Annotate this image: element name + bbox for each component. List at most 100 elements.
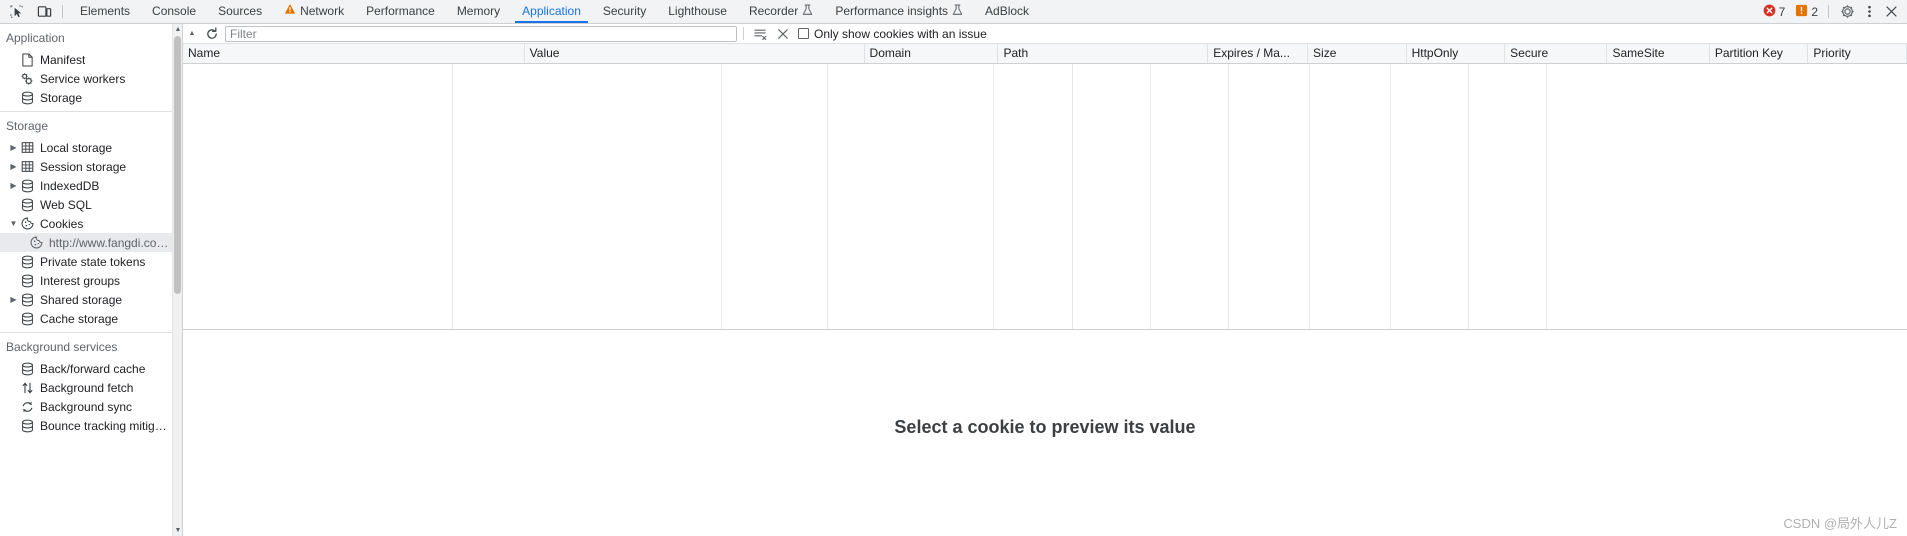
cookies-panel: ▲ Filter Only show cookies with an issue… bbox=[183, 24, 1907, 536]
grid-column bbox=[994, 64, 1073, 329]
clear-all-cookies-icon[interactable] bbox=[750, 25, 770, 43]
toolbar-divider bbox=[62, 5, 63, 18]
chevron-right-icon[interactable]: ▶ bbox=[8, 181, 19, 190]
column-header-partition-key[interactable]: Partition Key bbox=[1709, 44, 1809, 64]
sidebar-item-storage[interactable]: ▶ Storage bbox=[0, 88, 172, 107]
header-row: Name Value Domain Path Expires / Ma... S… bbox=[183, 44, 1907, 64]
tab-adblock[interactable]: AdBlock bbox=[974, 0, 1040, 23]
sidebar-item-label: http://www.fangdi.com.cn bbox=[49, 235, 172, 250]
tab-application[interactable]: Application bbox=[511, 0, 592, 23]
cookies-table: Name Value Domain Path Expires / Ma... S… bbox=[183, 44, 1907, 64]
more-options-icon[interactable] bbox=[1859, 2, 1879, 22]
sidebar-section-title-application: Application bbox=[6, 31, 65, 45]
application-sidebar: Application ▶ Manifest ▶ bbox=[0, 24, 183, 536]
grid-column bbox=[1229, 64, 1310, 329]
clear-filtered-cookies-icon[interactable] bbox=[773, 25, 793, 43]
refresh-icon[interactable] bbox=[202, 25, 222, 43]
tab-lighthouse[interactable]: Lighthouse bbox=[657, 0, 738, 23]
sidebar-item-interest-groups[interactable]: ▶ Interest groups bbox=[0, 271, 172, 290]
tab-label: Network bbox=[300, 4, 345, 18]
warning-triangle-icon bbox=[284, 0, 296, 23]
sidebar-item-label: Storage bbox=[40, 90, 83, 105]
grid-column bbox=[183, 64, 453, 329]
database-icon bbox=[19, 198, 35, 212]
sidebar-item-label: Back/forward cache bbox=[40, 361, 146, 376]
inspect-element-icon[interactable] bbox=[6, 2, 26, 22]
collapse-sidebar-icon[interactable]: ▲ bbox=[185, 25, 199, 43]
column-header-path[interactable]: Path bbox=[997, 44, 1209, 64]
sidebar-item-label: Bounce tracking mitigations bbox=[40, 418, 172, 433]
sidebar-scrollbar[interactable]: ▲ ▼ bbox=[172, 24, 182, 536]
sidebar-item-shared-storage[interactable]: ▶ Shared storage bbox=[0, 290, 172, 309]
tab-label: Console bbox=[152, 4, 197, 18]
error-count: 7 bbox=[1778, 4, 1786, 19]
toolbar-divider bbox=[743, 27, 744, 40]
column-header-domain[interactable]: Domain bbox=[864, 44, 999, 64]
cookie-icon bbox=[19, 217, 35, 230]
column-header-httponly[interactable]: HttpOnly bbox=[1406, 44, 1506, 64]
cookies-table-container: Name Value Domain Path Expires / Ma... S… bbox=[183, 44, 1907, 330]
tab-performance-insights[interactable]: Performance insights bbox=[824, 0, 974, 23]
tab-label: Sources bbox=[218, 4, 263, 18]
column-header-name[interactable]: Name bbox=[183, 44, 525, 64]
sidebar-item-session-storage[interactable]: ▶ Session storage bbox=[0, 157, 172, 176]
chevron-down-icon[interactable]: ▼ bbox=[8, 219, 19, 228]
grid-column bbox=[1310, 64, 1391, 329]
sidebar-item-cache-storage[interactable]: ▶ Cache storage bbox=[0, 309, 172, 328]
gear-icon[interactable] bbox=[1837, 2, 1857, 22]
sidebar-item-back-forward-cache[interactable]: ▶ Back/forward cache bbox=[0, 359, 172, 378]
toolbar-divider-right bbox=[1828, 5, 1829, 18]
grid-column bbox=[1073, 64, 1151, 329]
gears-icon bbox=[19, 72, 35, 86]
sidebar-item-web-sql[interactable]: ▶ Web SQL bbox=[0, 195, 172, 214]
sidebar-item-local-storage[interactable]: ▶ Local storage bbox=[0, 138, 172, 157]
sidebar-item-background-fetch[interactable]: ▶ Background fetch bbox=[0, 378, 172, 397]
devtools-body: Application ▶ Manifest ▶ bbox=[0, 24, 1907, 536]
database-icon bbox=[19, 362, 35, 376]
database-icon bbox=[19, 255, 35, 269]
column-header-secure[interactable]: Secure bbox=[1504, 44, 1608, 64]
column-header-expires[interactable]: Expires / Ma... bbox=[1207, 44, 1309, 64]
sidebar-item-label: Background fetch bbox=[40, 380, 134, 395]
tab-console[interactable]: Console bbox=[141, 0, 207, 23]
warning-counter[interactable]: 2 bbox=[1791, 4, 1822, 20]
tab-recorder[interactable]: Recorder bbox=[738, 0, 824, 23]
only-show-issues-checkbox[interactable]: Only show cookies with an issue bbox=[798, 27, 987, 41]
tab-sources[interactable]: Sources bbox=[207, 0, 273, 23]
database-icon bbox=[19, 274, 35, 288]
sidebar-item-bounce-tracking-mitigations[interactable]: ▶ Bounce tracking mitigations bbox=[0, 416, 172, 435]
scroll-up-arrow-icon[interactable]: ▲ bbox=[173, 24, 182, 35]
sidebar-item-cookies[interactable]: ▼ Cookies bbox=[0, 214, 172, 233]
chevron-right-icon[interactable]: ▶ bbox=[8, 295, 19, 304]
sidebar-item-manifest[interactable]: ▶ Manifest bbox=[0, 50, 172, 69]
error-counter[interactable]: 7 bbox=[1759, 4, 1790, 20]
checkbox-box[interactable] bbox=[798, 28, 809, 39]
sidebar-item-service-workers[interactable]: ▶ Service workers bbox=[0, 69, 172, 88]
preview-empty-message: Select a cookie to preview its value bbox=[894, 416, 1196, 437]
column-header-value[interactable]: Value bbox=[524, 44, 865, 64]
tab-network[interactable]: Network bbox=[273, 0, 355, 23]
tab-elements[interactable]: Elements bbox=[69, 0, 141, 23]
column-header-samesite[interactable]: SameSite bbox=[1606, 44, 1710, 64]
sidebar-item-indexeddb[interactable]: ▶ IndexedDB bbox=[0, 176, 172, 195]
chevron-right-icon[interactable]: ▶ bbox=[8, 143, 19, 152]
filter-input[interactable] bbox=[225, 25, 737, 42]
tab-security[interactable]: Security bbox=[592, 0, 657, 23]
close-icon[interactable] bbox=[1881, 2, 1901, 22]
warning-square-icon bbox=[1795, 4, 1808, 20]
sidebar-item-background-sync[interactable]: ▶ Background sync bbox=[0, 397, 172, 416]
sidebar-item-label: Manifest bbox=[40, 52, 86, 67]
device-toolbar-icon[interactable] bbox=[34, 2, 54, 22]
sidebar-item-private-state-tokens[interactable]: ▶ Private state tokens bbox=[0, 252, 172, 271]
sidebar-item-cookie-origin[interactable]: http://www.fangdi.com.cn bbox=[0, 233, 172, 252]
sidebar-item-label: Background sync bbox=[40, 399, 133, 414]
sidebar-scrollbar-thumb[interactable] bbox=[174, 36, 181, 294]
column-header-priority[interactable]: Priority bbox=[1807, 44, 1907, 64]
scroll-down-arrow-icon[interactable]: ▼ bbox=[173, 525, 182, 536]
tab-label: Performance bbox=[366, 4, 435, 18]
chevron-right-icon[interactable]: ▶ bbox=[8, 162, 19, 171]
database-icon bbox=[19, 179, 35, 193]
tab-memory[interactable]: Memory bbox=[446, 0, 511, 23]
column-header-size[interactable]: Size bbox=[1307, 44, 1407, 64]
tab-performance[interactable]: Performance bbox=[355, 0, 446, 23]
